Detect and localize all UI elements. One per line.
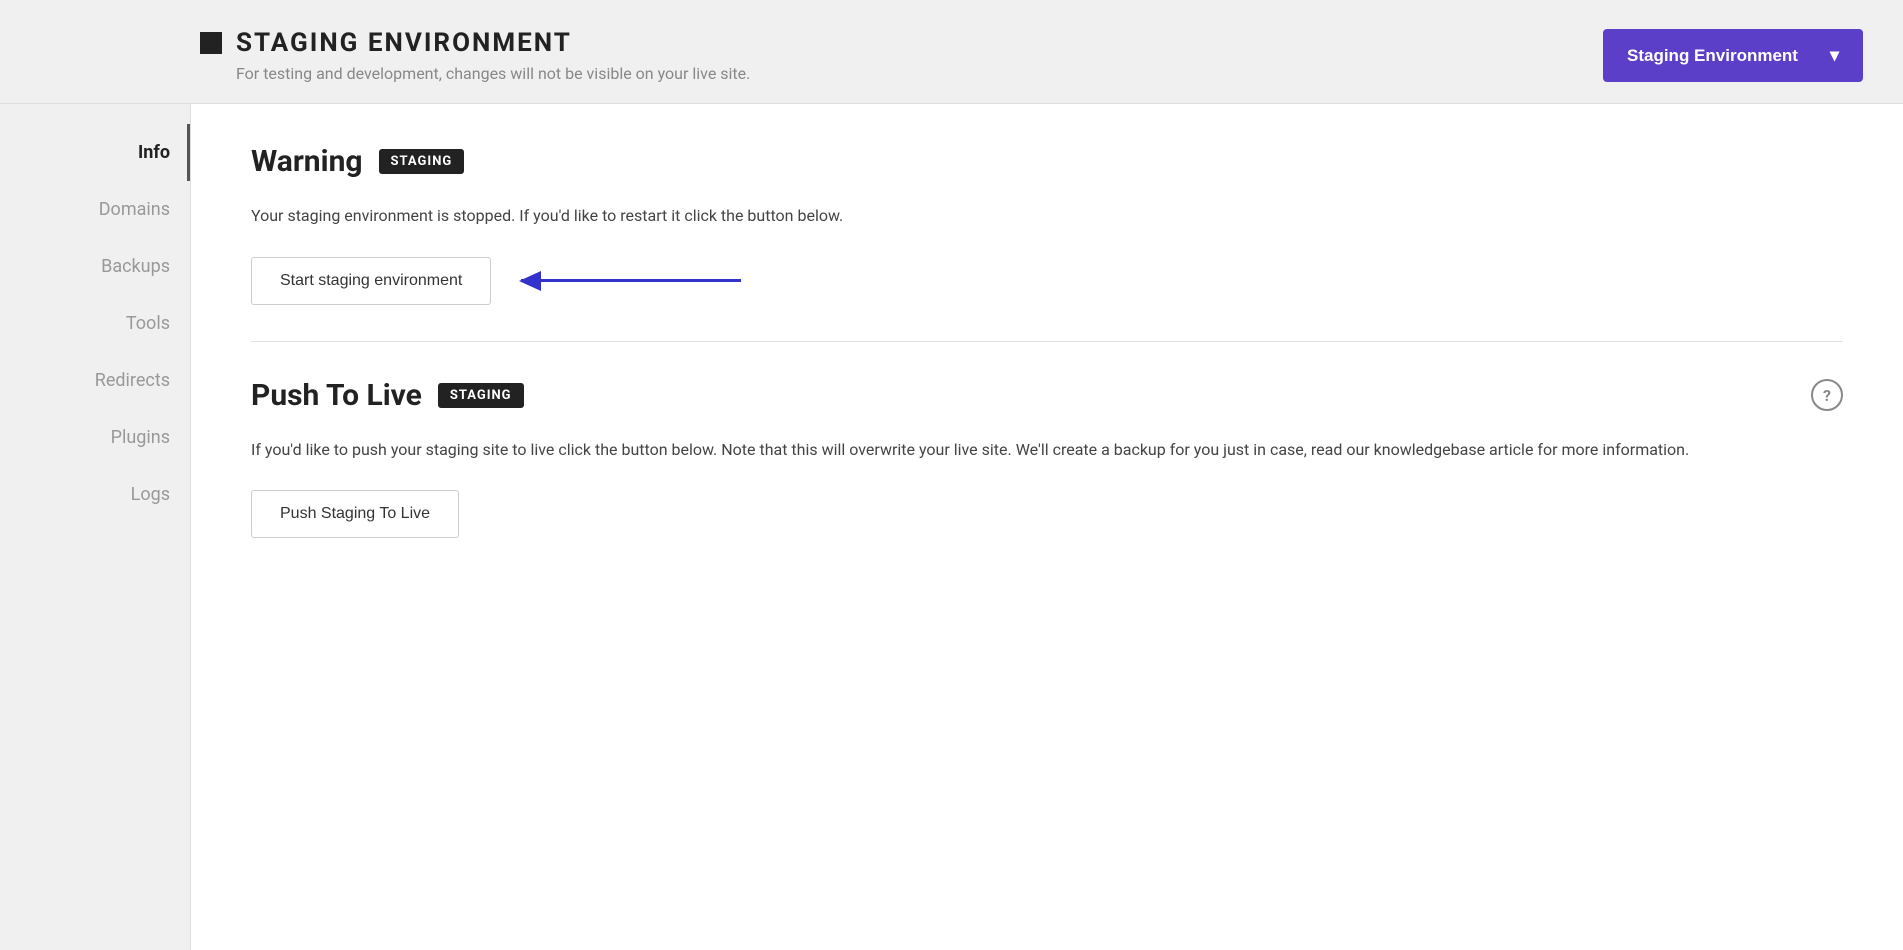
sidebar-item-logs[interactable]: Logs — [0, 466, 190, 523]
section-divider — [251, 341, 1843, 342]
sidebar: Info Domains Backups Tools Redirects Plu… — [0, 104, 190, 950]
staging-square-icon — [200, 32, 222, 54]
warning-section: Warning STAGING Your staging environment… — [251, 144, 1843, 305]
sidebar-item-label: Logs — [131, 484, 170, 505]
chevron-down-icon: ▾ — [1830, 45, 1839, 66]
sidebar-item-label: Backups — [101, 256, 170, 277]
sidebar-item-label: Info — [138, 142, 170, 163]
arrow-annotation — [521, 279, 741, 282]
warning-body: Your staging environment is stopped. If … — [251, 203, 1843, 229]
sidebar-item-plugins[interactable]: Plugins — [0, 409, 190, 466]
sidebar-item-redirects[interactable]: Redirects — [0, 352, 190, 409]
environment-dropdown[interactable]: Staging Environment ▾ — [1603, 29, 1863, 82]
sidebar-item-label: Domains — [99, 199, 170, 220]
warning-section-header: Warning STAGING — [251, 144, 1843, 179]
sidebar-item-label: Tools — [126, 313, 170, 334]
push-section-header: Push To Live STAGING ? — [251, 378, 1843, 413]
main-layout: Info Domains Backups Tools Redirects Plu… — [0, 104, 1903, 950]
push-to-live-section: Push To Live STAGING ? If you'd like to … — [251, 378, 1843, 539]
page-subtitle: For testing and development, changes wil… — [236, 64, 750, 83]
arrow-line — [521, 279, 741, 282]
sidebar-item-info[interactable]: Info — [0, 124, 190, 181]
sidebar-item-backups[interactable]: Backups — [0, 238, 190, 295]
sidebar-item-domains[interactable]: Domains — [0, 181, 190, 238]
arrow-head-icon — [519, 271, 541, 291]
top-header: STAGING ENVIRONMENT For testing and deve… — [0, 0, 1903, 104]
warning-staging-badge: STAGING — [379, 149, 465, 174]
header-left: STAGING ENVIRONMENT For testing and deve… — [200, 28, 750, 83]
push-section-header-left: Push To Live STAGING — [251, 378, 524, 413]
title-row: STAGING ENVIRONMENT — [200, 28, 750, 58]
main-content: Warning STAGING Your staging environment… — [190, 104, 1903, 950]
env-dropdown-label: Staging Environment — [1627, 46, 1798, 66]
page-title: STAGING ENVIRONMENT — [236, 28, 572, 58]
push-staging-to-live-button[interactable]: Push Staging To Live — [251, 490, 459, 538]
start-staging-button[interactable]: Start staging environment — [251, 257, 491, 305]
sidebar-item-label: Plugins — [111, 427, 170, 448]
help-icon[interactable]: ? — [1811, 379, 1843, 411]
push-body: If you'd like to push your staging site … — [251, 437, 1843, 463]
push-staging-badge: STAGING — [438, 383, 524, 408]
push-title: Push To Live — [251, 378, 422, 413]
warning-title: Warning — [251, 144, 363, 179]
start-button-row: Start staging environment — [251, 257, 1843, 305]
sidebar-item-label: Redirects — [95, 370, 170, 391]
sidebar-item-tools[interactable]: Tools — [0, 295, 190, 352]
